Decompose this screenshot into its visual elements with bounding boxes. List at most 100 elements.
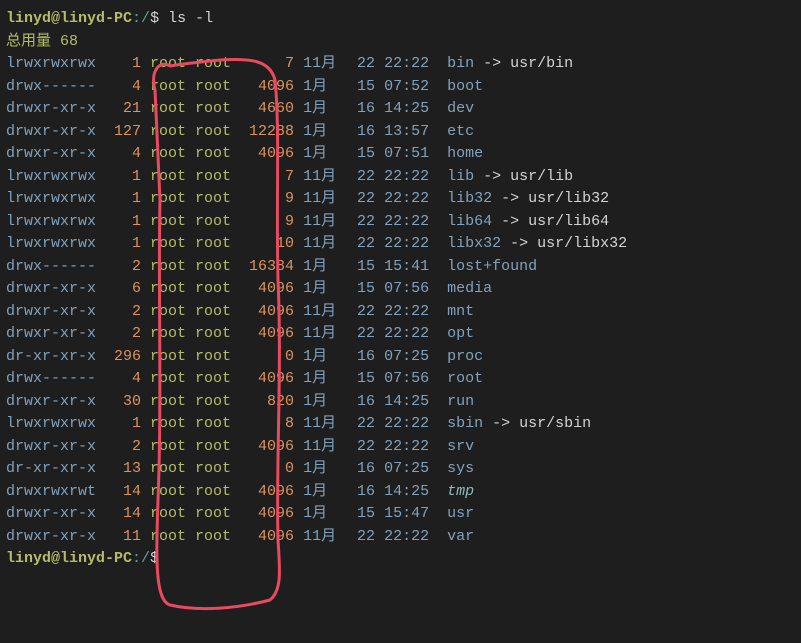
day-col: 22 — [348, 526, 375, 549]
group-col: root — [195, 278, 240, 301]
symlink-arrow: -> — [474, 168, 510, 185]
group-col: root — [195, 526, 240, 549]
typed-command: ls -l — [168, 10, 213, 27]
perm-col: lrwxrwxrwx — [6, 53, 96, 76]
perm-col: lrwxrwxrwx — [6, 211, 96, 234]
listing-row: drwxr-xr-x 30 rootroot820 1月16 14:25 run — [6, 391, 795, 414]
perm-col: lrwxrwxrwx — [6, 166, 96, 189]
perm-col: dr-xr-xr-x — [6, 458, 96, 481]
group-col: root — [195, 391, 240, 414]
filename: sys — [447, 460, 474, 477]
prompt-user-host: linyd@linyd-PC — [6, 10, 132, 27]
links-col: 6 — [105, 278, 141, 301]
symlink-arrow: -> — [483, 415, 519, 432]
group-col: root — [195, 436, 240, 459]
time-col: 14:25 — [384, 481, 438, 504]
owner-col: root — [150, 458, 195, 481]
symlink-arrow: -> — [474, 55, 510, 72]
month-col: 11月 — [303, 211, 348, 234]
group-col: root — [195, 166, 240, 189]
day-col: 22 — [348, 301, 375, 324]
filename: lost+found — [447, 258, 537, 275]
listing-row: drwxr-xr-x 4 rootroot4096 1月15 07:51 hom… — [6, 143, 795, 166]
filename: media — [447, 280, 492, 297]
owner-col: root — [150, 526, 195, 549]
perm-col: drwxr-xr-x — [6, 503, 96, 526]
filename: run — [447, 393, 474, 410]
listing-row: drwx------ 2 rootroot16384 1月15 15:41 lo… — [6, 256, 795, 279]
time-col: 15:41 — [384, 256, 438, 279]
time-col: 22:22 — [384, 166, 438, 189]
group-col: root — [195, 233, 240, 256]
owner-col: root — [150, 166, 195, 189]
listing-row: lrwxrwxrwx 1 rootroot7 11月22 22:22 lib -… — [6, 166, 795, 189]
time-col: 22:22 — [384, 436, 438, 459]
month-col: 1月 — [303, 143, 348, 166]
month-col: 1月 — [303, 368, 348, 391]
listing-row: drwxr-xr-x 21 rootroot4660 1月16 14:25 de… — [6, 98, 795, 121]
day-col: 16 — [348, 98, 375, 121]
links-col: 1 — [105, 53, 141, 76]
listing-row: lrwxrwxrwx 1 rootroot7 11月22 22:22 bin -… — [6, 53, 795, 76]
owner-col: root — [150, 53, 195, 76]
owner-col: root — [150, 256, 195, 279]
group-col: root — [195, 211, 240, 234]
owner-col: root — [150, 436, 195, 459]
size-col: 4096 — [240, 76, 294, 99]
time-col: 22:22 — [384, 323, 438, 346]
listing-row: dr-xr-xr-x 13 rootroot0 1月16 07:25 sys — [6, 458, 795, 481]
terminal-output[interactable]: linyd@linyd-PC:/$ ls -l 总用量 68 lrwxrwxrwx … — [6, 8, 795, 571]
group-col: root — [195, 346, 240, 369]
perm-col: lrwxrwxrwx — [6, 188, 96, 211]
filename: var — [447, 528, 474, 545]
time-col: 13:57 — [384, 121, 438, 144]
filename: proc — [447, 348, 483, 365]
time-col: 15:47 — [384, 503, 438, 526]
owner-col: root — [150, 98, 195, 121]
owner-col: root — [150, 346, 195, 369]
filename: lib — [447, 168, 474, 185]
prompt-line-ready[interactable]: linyd@linyd-PC:/$ — [6, 548, 795, 571]
filename: usr — [447, 505, 474, 522]
listing-row: drwxr-xr-x 6 rootroot4096 1月15 07:56 med… — [6, 278, 795, 301]
size-col: 9 — [240, 211, 294, 234]
perm-col: drwxr-xr-x — [6, 121, 96, 144]
total-label: 总用量 68 — [6, 33, 78, 50]
month-col: 1月 — [303, 256, 348, 279]
month-col: 11月 — [303, 166, 348, 189]
day-col: 22 — [348, 413, 375, 436]
month-col: 1月 — [303, 481, 348, 504]
size-col: 16384 — [240, 256, 294, 279]
owner-col: root — [150, 413, 195, 436]
links-col: 1 — [105, 233, 141, 256]
prompt-line: linyd@linyd-PC:/$ ls -l — [6, 8, 795, 31]
day-col: 15 — [348, 368, 375, 391]
links-col: 30 — [105, 391, 141, 414]
day-col: 15 — [348, 256, 375, 279]
time-col: 07:56 — [384, 368, 438, 391]
perm-col: drwxr-xr-x — [6, 526, 96, 549]
listing-row: drwxr-xr-x 127 rootroot12288 1月16 13:57 … — [6, 121, 795, 144]
month-col: 11月 — [303, 233, 348, 256]
time-col: 07:25 — [384, 458, 438, 481]
symlink-target: usr/bin — [510, 55, 573, 72]
month-col: 1月 — [303, 278, 348, 301]
time-col: 14:25 — [384, 391, 438, 414]
links-col: 1 — [105, 166, 141, 189]
perm-col: drwxr-xr-x — [6, 323, 96, 346]
listing-row: lrwxrwxrwx 1 rootroot8 11月22 22:22 sbin … — [6, 413, 795, 436]
group-col: root — [195, 301, 240, 324]
filename: boot — [447, 78, 483, 95]
time-col: 07:25 — [384, 346, 438, 369]
listing-row: drwx------ 4 rootroot4096 1月15 07:56 roo… — [6, 368, 795, 391]
month-col: 11月 — [303, 413, 348, 436]
symlink-target: usr/lib32 — [528, 190, 609, 207]
month-col: 1月 — [303, 98, 348, 121]
size-col: 4096 — [240, 436, 294, 459]
time-col: 22:22 — [384, 233, 438, 256]
perm-col: drwxr-xr-x — [6, 436, 96, 459]
links-col: 14 — [105, 481, 141, 504]
owner-col: root — [150, 368, 195, 391]
prompt-colon: : — [132, 550, 141, 567]
day-col: 15 — [348, 503, 375, 526]
